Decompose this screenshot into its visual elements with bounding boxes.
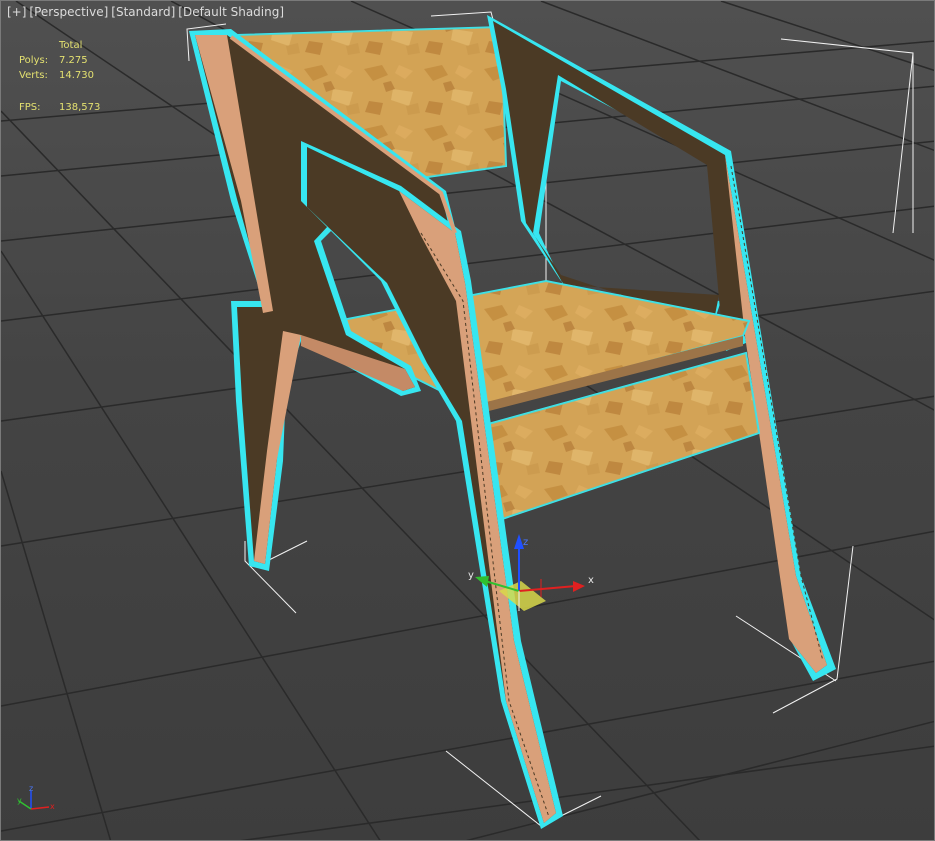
scene-canvas[interactable]: z x y z x y	[1, 1, 935, 841]
viewport-mode-menu[interactable]: [Standard]	[111, 5, 175, 19]
viewport-label-menu: [+] [Perspective] [Standard] [Default Shadi…	[7, 5, 287, 19]
verts-label: Verts:	[19, 70, 48, 81]
viewport-plus-menu[interactable]: [+]	[7, 5, 26, 19]
perspective-viewport[interactable]: z x y z x y [+] [Perspective] [Standard] [D…	[0, 0, 935, 841]
world-axis-icon	[18, 791, 50, 810]
viewport-statistics: Total Polys: 7.275 Verts: 14.730 FPS: 138,5…	[19, 38, 119, 115]
fps-label: FPS:	[19, 102, 41, 113]
gizmo-x-label: x	[588, 575, 594, 586]
axis-y-label: y	[17, 796, 22, 805]
viewport-shading-menu[interactable]: [Default Shading]	[178, 5, 284, 19]
gizmo-z-label: z	[523, 537, 528, 548]
fps-value: 138,573	[59, 102, 101, 113]
verts-value: 14.730	[59, 70, 94, 81]
axis-x-label: x	[50, 802, 55, 811]
polys-label: Polys:	[19, 55, 49, 66]
viewport-view-menu[interactable]: [Perspective]	[29, 5, 108, 19]
axis-z-label: z	[29, 784, 33, 793]
stats-header: Total	[59, 40, 83, 51]
polys-value: 7.275	[59, 55, 88, 66]
gizmo-y-label: y	[468, 570, 474, 581]
